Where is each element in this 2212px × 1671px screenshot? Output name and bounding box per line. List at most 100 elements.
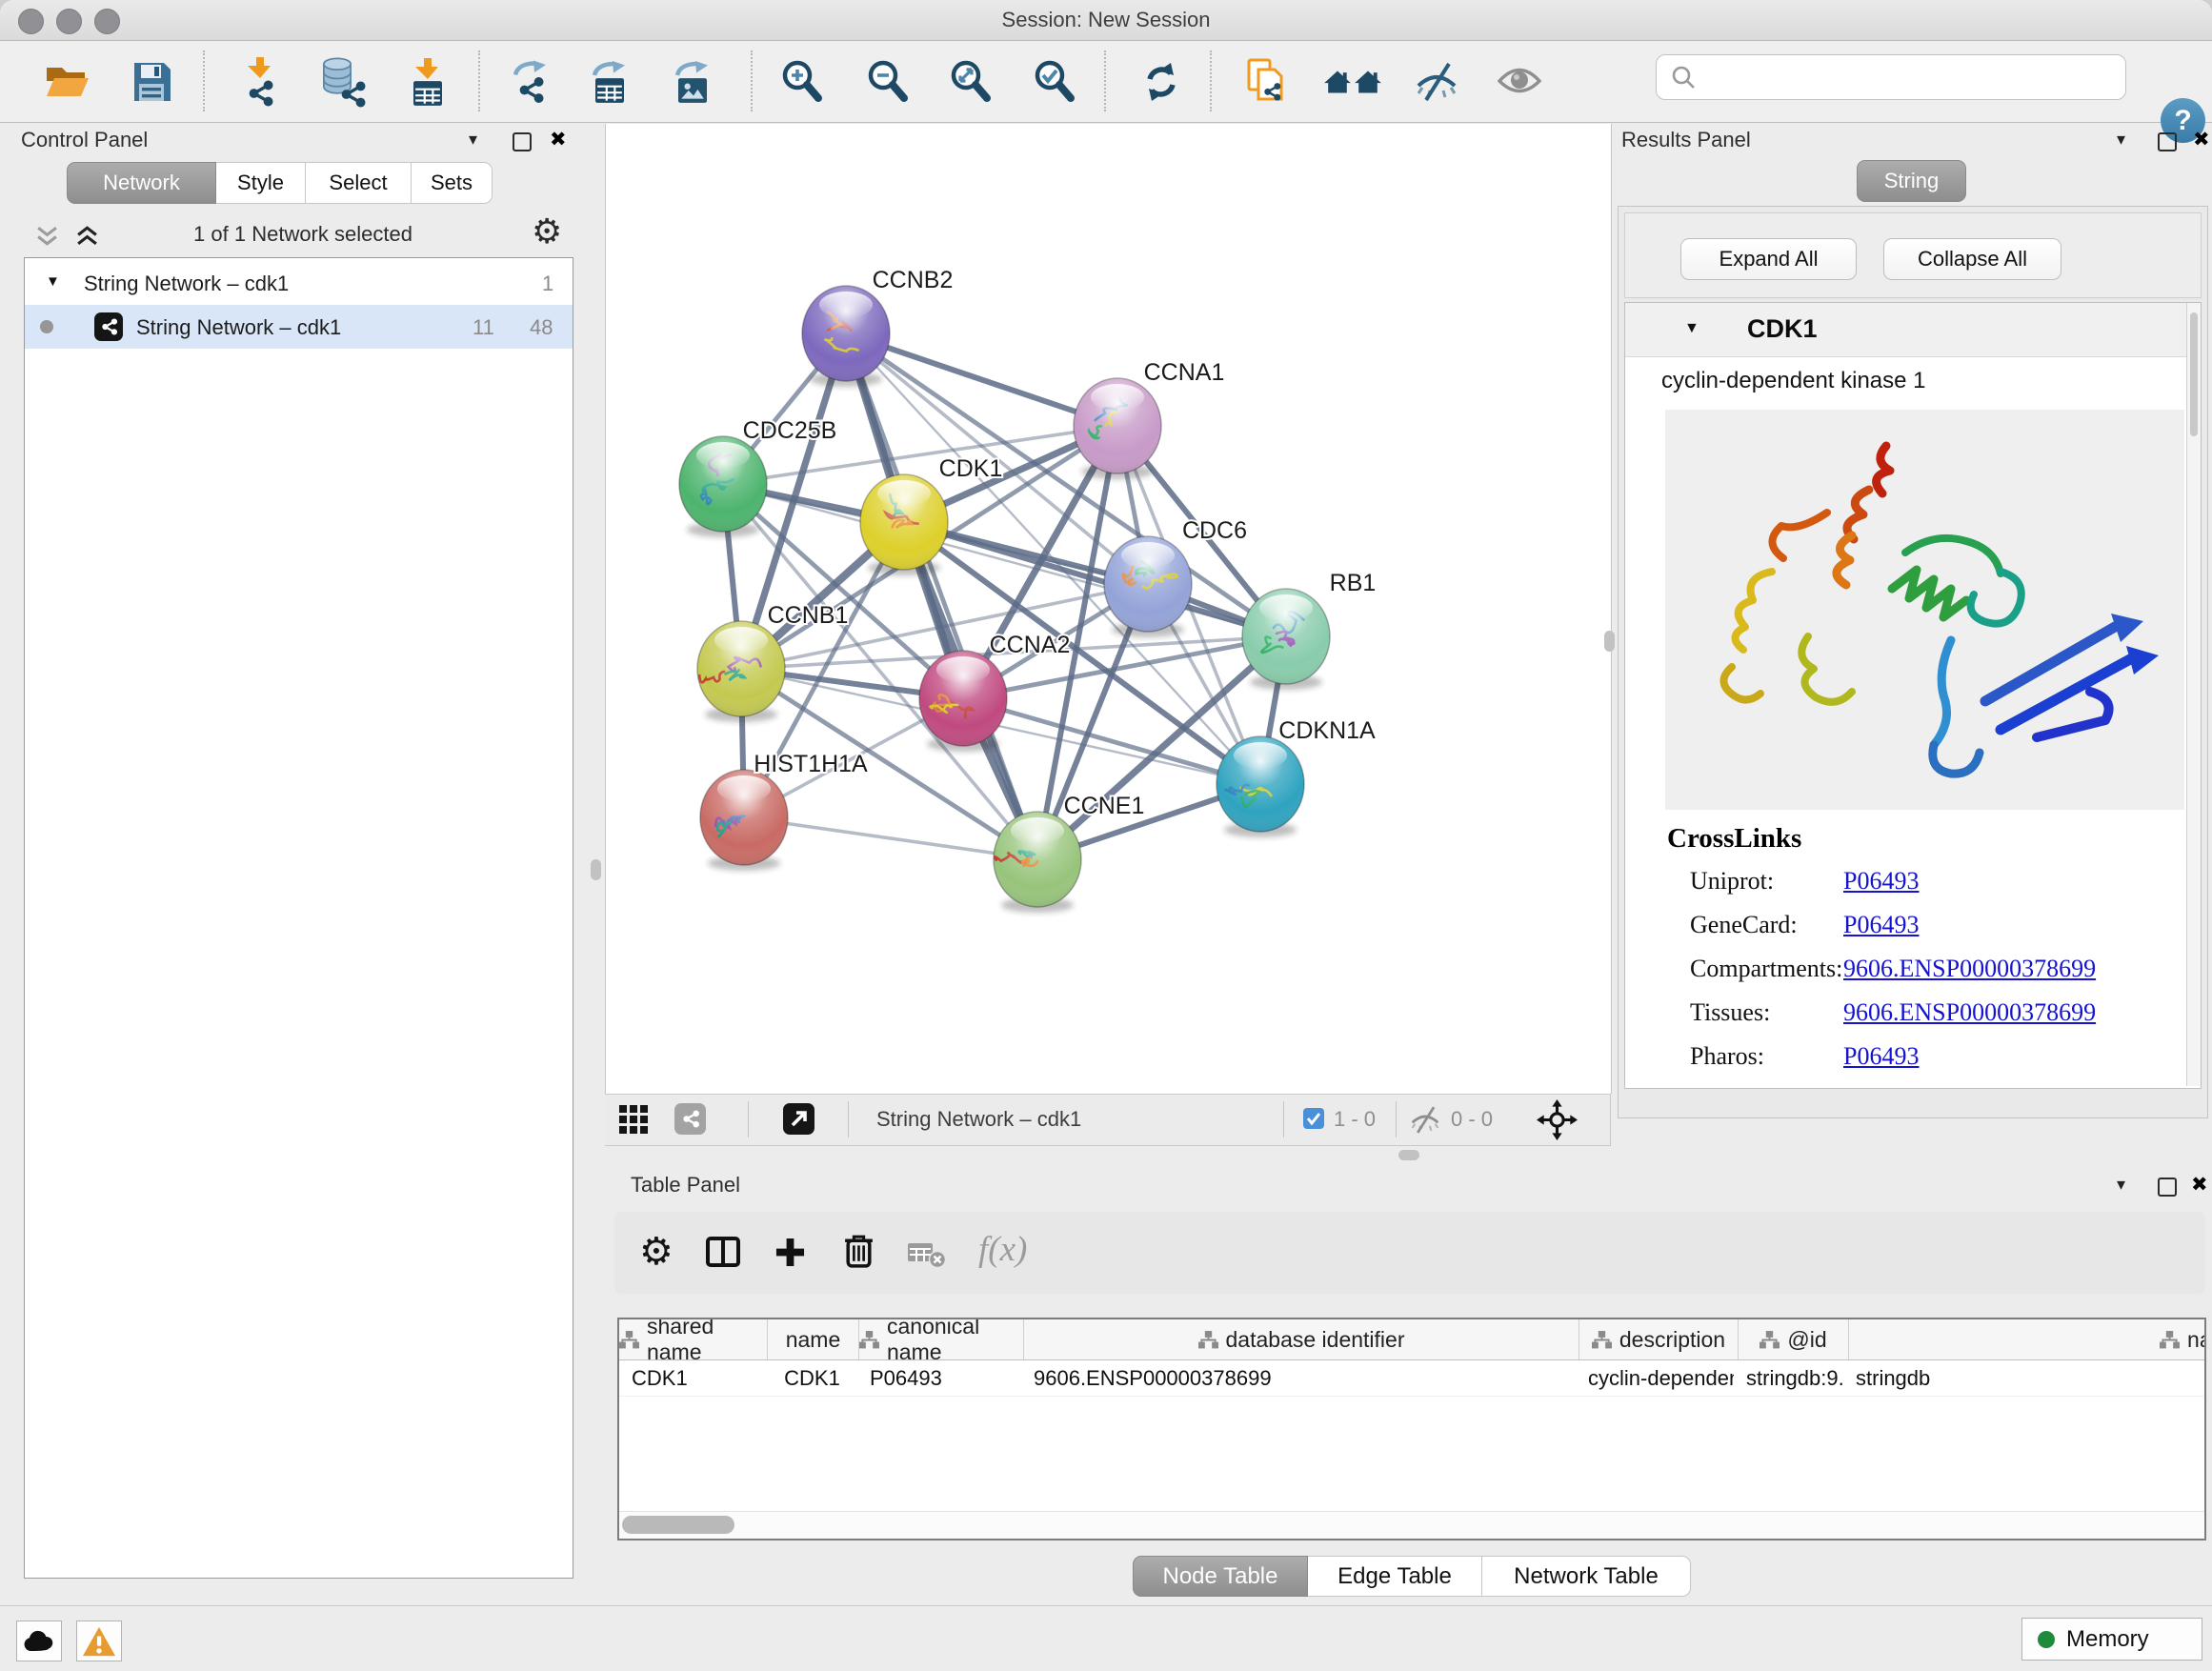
collapse-all-button[interactable]: Collapse All [1883,238,2061,280]
export-network-icon[interactable] [513,60,548,103]
show-columns-icon[interactable] [706,1237,740,1267]
cloud-status-button[interactable] [16,1621,62,1661]
import-network-icon[interactable] [246,57,274,107]
network-row-selected[interactable]: String Network – cdk1 11 48 [25,305,573,349]
import-table-icon[interactable] [413,58,442,106]
column-header-canonical-name[interactable]: canonical name [859,1319,1024,1359]
crosslink-link[interactable]: P06493 [1843,911,1919,939]
crosslink-row: Tissues:9606.ENSP00000378699 [1690,998,2185,1037]
column-header-name[interactable]: name [768,1319,859,1359]
import-network-from-database-icon[interactable] [313,56,367,108]
network-canvas[interactable]: CCNB2CCNA1CDC25BCDK1CDC6RB1CCNB1CCNA2CDK… [605,124,1612,1094]
birds-eye-grid-icon[interactable] [619,1105,648,1134]
titlebar: Session: New Session [0,0,2212,41]
tab-select[interactable]: Select [306,162,412,204]
status-bar: Memory [0,1605,2212,1671]
delete-column-trash-icon[interactable] [841,1233,876,1269]
protein-disclosure-icon[interactable]: ▼ [1684,320,1699,337]
tab-node-table[interactable]: Node Table [1133,1556,1308,1597]
column-header-description[interactable]: description [1579,1319,1739,1359]
export-table-icon[interactable] [593,61,627,103]
column-header-database-identifier[interactable]: database identifier [1024,1319,1579,1359]
node-label-HIST1H1A: HIST1H1A [754,751,868,777]
show-eye-icon[interactable] [1498,67,1541,97]
fit-content-crosshair-icon[interactable] [1537,1099,1578,1140]
panel-splitter-handle[interactable] [1398,1150,1419,1160]
column-header--id[interactable]: @id [1739,1319,1849,1359]
network-node-CDC25B[interactable]: CDC25B [679,417,836,537]
crosslink-link[interactable]: 9606.ENSP00000378699 [1843,998,2096,1027]
zoom-out-icon[interactable] [865,60,909,104]
tab-sets[interactable]: Sets [412,162,493,204]
results-panel-float-icon[interactable] [2158,132,2177,156]
table-cell[interactable]: CDK1 [619,1360,767,1396]
protein-result-card: ▼ CDK1 cyclin-dependent kinase 1 [1624,302,2202,1089]
column-type-icon [859,1331,879,1349]
tab-style[interactable]: Style [216,162,306,204]
collection-disclosure-icon[interactable]: ▼ [46,273,60,290]
selected-nodes-checkbox-icon[interactable] [1303,1108,1324,1129]
export-image-icon[interactable] [675,61,710,103]
expand-all-networks-icon[interactable] [74,225,100,247]
column-header-namespace[interactable]: namespace [1849,1319,2206,1359]
table-horizontal-scrollbar[interactable] [619,1511,2204,1539]
expand-all-button[interactable]: Expand All [1680,238,1857,280]
panel-splitter-handle[interactable] [591,859,601,880]
table-cell[interactable]: stringdb [1843,1360,2206,1396]
add-column-icon[interactable] [774,1237,806,1268]
copy-network-icon[interactable] [1246,58,1288,106]
table-panel-menu-icon[interactable]: ▾ [2117,1175,2125,1195]
zoom-in-icon[interactable] [779,60,823,104]
home-networks-icon[interactable] [1323,70,1382,94]
warning-status-button[interactable] [76,1621,122,1661]
table-cell[interactable]: CDK1 [767,1360,857,1396]
network-options-gear-icon[interactable]: ⚙ [532,211,562,252]
open-in-window-icon[interactable] [783,1103,814,1135]
table-cell[interactable]: 9606.ENSP00000378699 [1021,1360,1576,1396]
table-row[interactable]: CDK1CDK1P064939606.ENSP00000378699cyclin… [619,1360,2204,1397]
save-session-icon[interactable] [131,61,172,103]
node-label-CCNA2: CCNA2 [990,632,1071,658]
table-cell[interactable]: stringdb:9... [1734,1360,1843,1396]
search-field[interactable] [1656,54,2126,100]
crosslink-link[interactable]: P06493 [1843,867,1919,896]
toolbar-separator [203,50,205,111]
protein-name: CDK1 [1747,314,1818,344]
table-options-gear-icon[interactable]: ⚙ [639,1233,674,1271]
crosslink-link[interactable]: P06493 [1843,1042,1919,1071]
tab-string[interactable]: String [1857,160,1966,202]
search-input[interactable] [1706,59,2110,95]
main-toolbar: ? [0,41,2212,123]
tab-edge-table[interactable]: Edge Table [1308,1556,1482,1597]
control-panel-menu-icon[interactable]: ▾ [469,130,477,150]
zoom-fit-icon[interactable] [948,60,992,104]
results-scrollbar[interactable] [2186,303,2201,1086]
table-panel-float-icon[interactable] [2158,1178,2177,1201]
refresh-icon[interactable] [1139,59,1183,105]
hide-labels-icon[interactable] [1414,61,1459,103]
network-node-count: 11 [473,315,494,340]
table-cell[interactable]: P06493 [857,1360,1021,1396]
network-collection-row[interactable]: ▼ String Network – cdk1 1 [25,261,573,305]
control-panel-float-icon[interactable] [513,132,532,156]
open-session-icon[interactable] [45,63,90,101]
string-style-badge-icon[interactable] [674,1103,706,1135]
zoom-selected-icon[interactable] [1032,60,1076,104]
protein-description: cyclin-dependent kinase 1 [1661,368,1926,394]
network-node-RB1[interactable]: RB1 [1242,570,1376,690]
table-panel-close-icon[interactable]: ✖ [2191,1173,2208,1197]
control-panel-close-icon[interactable]: ✖ [550,128,567,151]
table-cell[interactable]: cyclin-dependent ... [1576,1360,1734,1396]
network-node-HIST1H1A[interactable]: HIST1H1A [700,751,868,871]
results-panel-close-icon[interactable]: ✖ [2193,128,2210,151]
column-header-shared-name[interactable]: shared name [619,1319,768,1359]
crosslink-link[interactable]: 9606.ENSP00000378699 [1843,955,2096,983]
collapse-all-networks-icon[interactable] [34,225,60,247]
memory-button[interactable]: Memory [2021,1618,2202,1661]
network-node-CCNA2[interactable]: CCNA2 [919,632,1070,752]
tab-network-table[interactable]: Network Table [1482,1556,1691,1597]
node-label-CCNE1: CCNE1 [1064,793,1145,819]
results-panel-menu-icon[interactable]: ▾ [2117,130,2125,150]
scrollbar-thumb[interactable] [622,1516,734,1534]
tab-network[interactable]: Network [67,162,216,204]
